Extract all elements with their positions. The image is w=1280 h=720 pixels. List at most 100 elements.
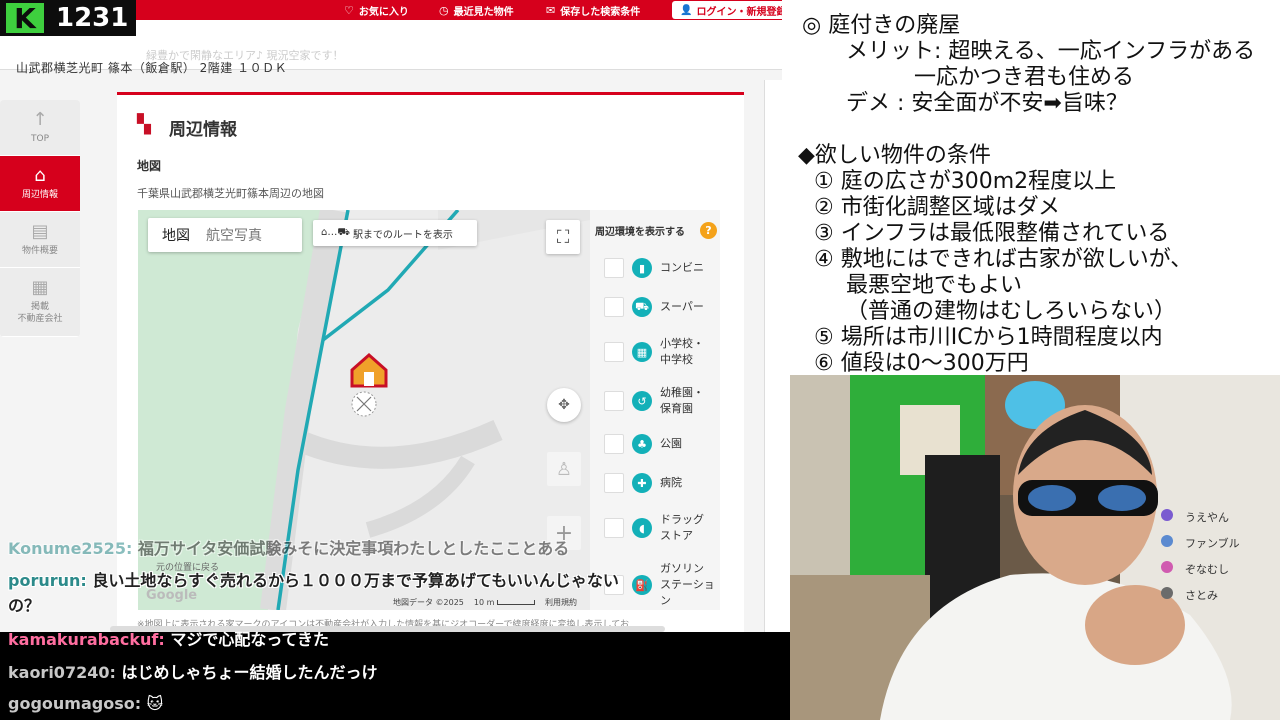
right-column (764, 80, 782, 640)
building-icon: ▦ (31, 277, 49, 298)
tab-aerial[interactable]: 航空写真 (206, 225, 262, 245)
cam-label-4: さとみ (1185, 589, 1218, 602)
env-checkbox[interactable] (604, 434, 624, 454)
env-category-icon: ◖ (632, 518, 652, 538)
street-view-button[interactable]: ♙ (547, 452, 581, 486)
chat-message: kaori07240: はじめしゃちょー結婚したんだっけ (8, 659, 377, 683)
sidenav-surroundings-label: 周辺情報 (21, 189, 58, 200)
env-option-label: 幼稚園・ 保育園 (660, 386, 704, 415)
env-category-icon: ▮ (632, 258, 652, 278)
browser-page: ♡ お気に入り ◷ 最近見た物件 ✉ 保存した検索条件 👤 ログイン・新規登録 … (0, 0, 782, 720)
chat-message: の？ (8, 592, 40, 616)
chat-message: Konume2525: 福万サイタ安価試験みそに決定事項わたしとしたこことある (8, 535, 569, 559)
env-option-1[interactable]: ⛟ スーパー (604, 297, 720, 317)
nav-saved-searches[interactable]: ✉ 保存した検索条件 (546, 0, 640, 20)
chat-text: 🐱 (141, 694, 164, 713)
chat-message: gogoumagoso: 🐱 (8, 694, 163, 713)
whiteboard-notes: ◎ 庭付きの廃屋 メリット: 超映える、一応インフラがある 一応かつき君も住める デメ… (782, 0, 1280, 376)
sidenav-top[interactable]: ↑ TOP (0, 100, 80, 156)
env-option-label: 公園 (660, 437, 682, 450)
map-pin-icon: ⌂ (34, 164, 46, 186)
env-option-6[interactable]: ◖ ドラッグ ストア (604, 512, 720, 544)
chat-text: 良い土地ならすぐ売れるから１０００万まで予算あげてもいいんじゃない (86, 571, 619, 590)
side-navigation: ↑ TOP ⌂ 周辺情報 ▤ 物件概要 ▦ 掲載 不動産会社 (0, 100, 80, 337)
env-checkbox[interactable] (604, 297, 624, 317)
note-line: デメ : 安全面が不安➡旨味？ (846, 91, 1128, 116)
env-option-0[interactable]: ▮ コンビニ (604, 258, 720, 278)
map-data-credit: 地図データ ©2025 (393, 598, 464, 607)
chat-username: kaori07240: (8, 663, 116, 682)
environment-title: 周辺環境を表示する (595, 227, 685, 238)
chat-message: porurun: 良い土地ならすぐ売れるから１０００万まで予算あげてもいいんじゃ… (8, 567, 619, 591)
document-icon: ▤ (31, 220, 49, 242)
chat-username: kamakurabackuf: (8, 630, 165, 649)
position-reset-marker-icon[interactable] (351, 391, 377, 417)
map-marker-icon: ▚ (137, 114, 151, 135)
scale-bar (496, 600, 535, 605)
chat-username: gogoumagoso: (8, 694, 142, 713)
pan-control[interactable]: ✥ (547, 388, 581, 422)
login-button[interactable]: 👤 ログイン・新規登録 (672, 1, 782, 19)
tab-map[interactable]: 地図 (148, 225, 206, 245)
sidenav-surroundings[interactable]: ⌂ 周辺情報 (0, 156, 80, 212)
env-checkbox[interactable] (604, 518, 624, 538)
clock-icon: ◷ (439, 3, 449, 17)
nav-recent[interactable]: ◷ 最近見た物件 (439, 0, 514, 20)
env-checkbox[interactable] (604, 473, 624, 493)
env-checkbox[interactable] (604, 258, 624, 278)
map-type-toggle[interactable]: 地図 航空写真 (148, 218, 302, 252)
env-category-icon: ⛽ (632, 575, 652, 595)
pan-arrows-icon: ✥ (558, 397, 570, 413)
env-option-4[interactable]: ♣ 公園 (604, 434, 720, 454)
env-checkbox[interactable] (604, 342, 624, 362)
cam-label-3: ぞなむし (1185, 563, 1229, 576)
env-option-7[interactable]: ⛽ ガソリン ステーション (604, 561, 720, 609)
env-option-5[interactable]: ✚ 病院 (604, 473, 720, 493)
sidenav-overview[interactable]: ▤ 物件概要 (0, 212, 80, 268)
chat-text: マジで心配なってきた (164, 630, 330, 649)
nav-saved-searches-label: 保存した検索条件 (560, 6, 641, 18)
chat-text: はじめしゃちょー結婚したんだっけ (115, 663, 378, 682)
chat-text: 福万サイタ安価試験みそに決定事項わたしとしたこことある (132, 539, 570, 558)
env-checkbox[interactable] (604, 391, 624, 411)
pegman-icon: ♙ (555, 458, 573, 480)
sidenav-top-label: TOP (30, 133, 49, 144)
chat-username: Konume2525: (8, 539, 133, 558)
nav-recent-label: 最近見た物件 (453, 6, 514, 18)
user-icon: 👤 (680, 4, 693, 16)
env-option-label: 小学校・ 中学校 (660, 337, 704, 366)
sidenav-overview-label: 物件概要 (21, 245, 58, 256)
env-option-2[interactable]: ▦ 小学校・ 中学校 (604, 336, 720, 368)
property-title: 山武郡横芝光町 篠本（飯倉駅） 2階建 １０ＤＫ (16, 61, 288, 75)
fullscreen-button[interactable]: ⛶ (546, 220, 580, 254)
env-option-label: ガソリン ステーション (660, 562, 715, 607)
webcam-feed: うえやん ファンブル ぞなむし さとみ (790, 375, 1280, 720)
home-train-icon: ⌂…⛟ (321, 226, 350, 238)
section-title: 周辺情報 (169, 120, 237, 140)
login-label: ログイン・新規登録 (696, 6, 782, 18)
viewer-counter: 1231 (50, 0, 136, 36)
env-option-3[interactable]: ↺ 幼稚園・ 保育園 (604, 385, 720, 417)
route-label: 駅までのルートを表示 (352, 229, 453, 241)
env-category-icon: ▦ (632, 342, 652, 362)
cam-label-2: ファンブル (1185, 537, 1240, 550)
nav-favorites[interactable]: ♡ お気に入り (344, 0, 409, 20)
env-option-label: スーパー (660, 300, 704, 313)
env-option-label: ドラッグ ストア (660, 513, 704, 542)
map-heading: 地図 (137, 159, 162, 173)
chat-text: の？ (8, 596, 41, 615)
mail-icon: ✉ (546, 3, 556, 17)
terms-link[interactable]: 利用規約 (545, 597, 577, 608)
route-to-station-button[interactable]: ⌂…⛟ 駅までのルートを表示 (313, 220, 477, 246)
env-category-icon: ✚ (632, 473, 652, 493)
logo-letter: K (6, 2, 44, 35)
help-icon[interactable]: ? (700, 222, 717, 239)
nav-favorites-label: お気に入り (358, 6, 409, 18)
cam-label-1: うえやん (1185, 511, 1229, 524)
fullscreen-icon: ⛶ (556, 226, 570, 248)
sidenav-agency-label: 掲載 不動産会社 (17, 302, 63, 324)
map-credits: 地図データ ©2025 10 m 利用規約 (393, 597, 577, 608)
channel-logo: K (0, 0, 50, 36)
environment-panel: 周辺環境を表示する ? ▮ コンビニ ⛟ スーパー ▦ 小学校・ 中学校 ↺ 幼稚園・ 保育園… (590, 210, 720, 610)
sidenav-agency[interactable]: ▦ 掲載 不動産会社 (0, 268, 80, 337)
